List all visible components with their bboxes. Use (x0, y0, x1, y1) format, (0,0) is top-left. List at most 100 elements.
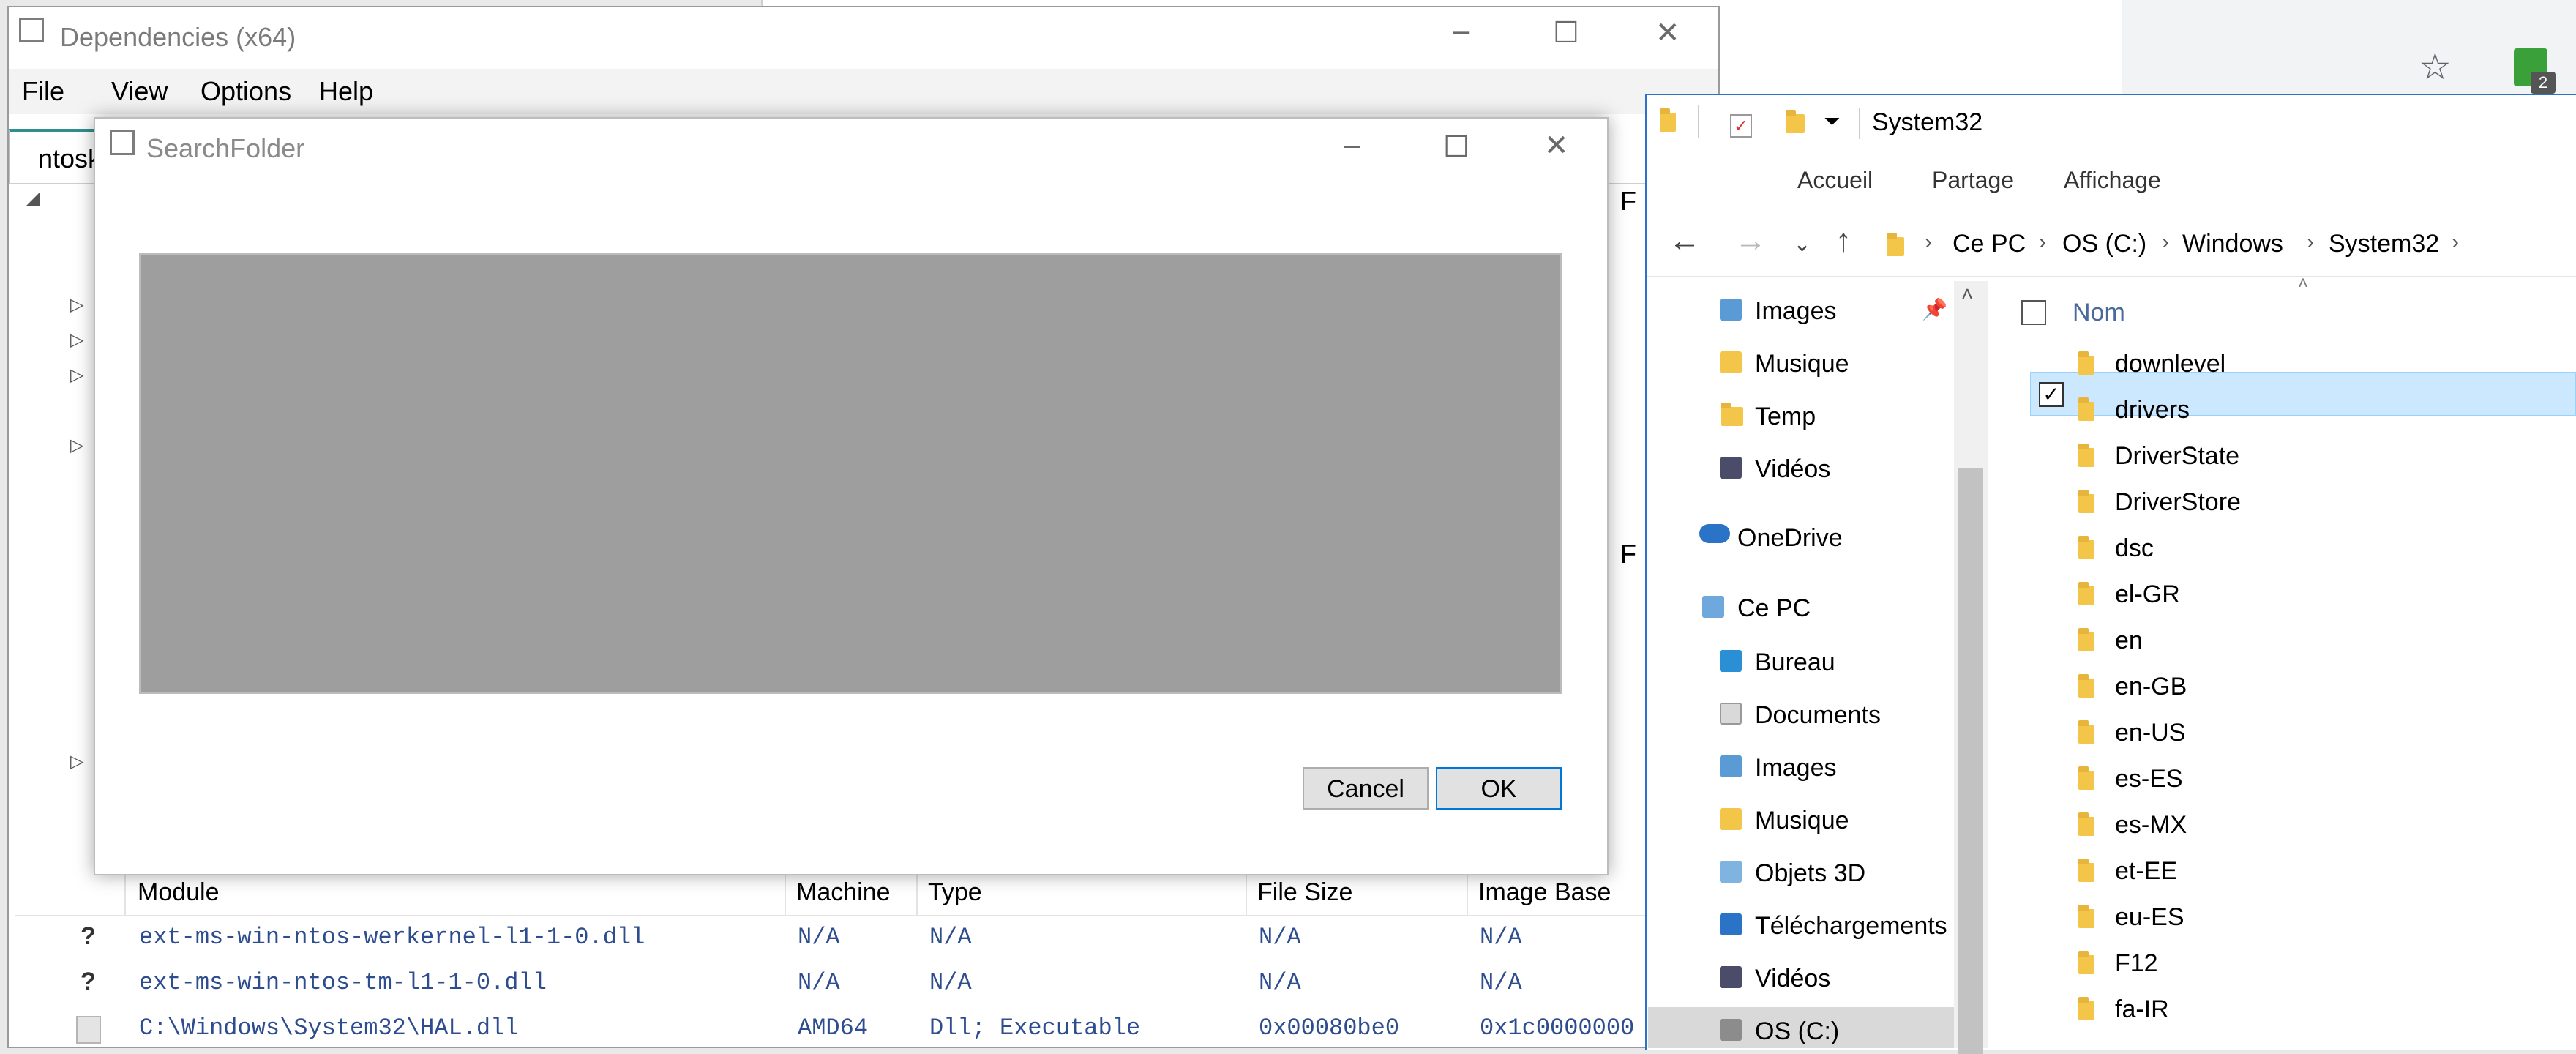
column-separator[interactable] (916, 870, 918, 915)
list-item[interactable]: es-ES (2115, 765, 2183, 793)
forward-arrow-icon[interactable]: → (1734, 223, 1767, 259)
list-item[interactable]: et-EE (2115, 857, 2177, 886)
expand-icon[interactable]: ▷ (70, 751, 83, 772)
maximize-icon[interactable]: ☐ (1443, 130, 1469, 164)
table-row[interactable]: C:\Windows\System32\HAL.dll AMD64 Dll; E… (15, 1007, 1647, 1053)
nav-images[interactable]: Images (1755, 297, 1837, 326)
nav-onedrive[interactable]: OneDrive (1737, 524, 1843, 553)
new-folder-icon[interactable] (1786, 110, 1805, 133)
list-item[interactable]: dsc (2115, 534, 2154, 563)
list-item[interactable]: DriverState (2115, 442, 2239, 471)
recent-dropdown-icon[interactable]: ⌄ (1793, 231, 1811, 257)
col-file-size[interactable]: File Size (1257, 878, 1352, 907)
nav-os-c[interactable]: OS (C:) (1755, 1017, 1839, 1046)
ribbon-tab-accueil[interactable]: Accueil (1797, 167, 1873, 194)
nav-objets-3d[interactable]: Objets 3D (1755, 859, 1865, 888)
expand-icon[interactable]: ▷ (70, 435, 83, 456)
list-item[interactable]: drivers (2115, 396, 2190, 425)
ribbon-tab-affichage[interactable]: Affichage (2064, 167, 2161, 194)
nav-temp[interactable]: Temp (1755, 403, 1816, 431)
breadcrumb-os-c[interactable]: OS (C:) (2062, 230, 2146, 258)
column-separator[interactable] (785, 870, 786, 915)
breadcrumb-system32[interactable]: System32 (2329, 230, 2439, 258)
expand-icon[interactable]: ▷ (70, 365, 83, 386)
list-item[interactable]: fa-IR (2115, 995, 2169, 1024)
nav-bureau[interactable]: Bureau (1755, 649, 1835, 677)
close-icon[interactable]: ✕ (1544, 129, 1569, 162)
nav-ce-pc[interactable]: Ce PC (1737, 594, 1811, 623)
column-header-nom[interactable]: Nom (2073, 299, 2125, 327)
nav-videos[interactable]: Vidéos (1755, 455, 1830, 484)
videos-icon (1720, 966, 1742, 988)
cancel-button[interactable]: Cancel (1303, 767, 1429, 810)
maximize-icon[interactable]: ☐ (1553, 16, 1579, 50)
folder-icon (2078, 674, 2094, 698)
back-arrow-icon[interactable]: ← (1669, 223, 1701, 259)
list-item[interactable]: en-US (2115, 719, 2185, 747)
dependencies-title: Dependencies (x64) (60, 22, 296, 52)
breadcrumb-chevron-icon[interactable]: › (2452, 230, 2459, 255)
pin-icon[interactable]: 📌 (1922, 297, 1947, 321)
col-image-base[interactable]: Image Base (1478, 878, 1611, 907)
list-item[interactable]: en-GB (2115, 673, 2187, 701)
up-arrow-icon[interactable]: ↑ (1835, 223, 1852, 259)
properties-icon[interactable]: ✓ (1730, 114, 1752, 138)
nav-images-2[interactable]: Images (1755, 754, 1837, 782)
breadcrumb-windows[interactable]: Windows (2182, 230, 2283, 258)
col-machine[interactable]: Machine (796, 878, 891, 907)
ok-button[interactable]: OK (1436, 767, 1562, 810)
breadcrumb-chevron-icon[interactable]: › (2307, 230, 2314, 255)
app-icon (19, 18, 44, 42)
close-icon[interactable]: ✕ (1655, 16, 1680, 50)
machine-cell: AMD64 (798, 1014, 869, 1042)
table-row[interactable]: ? ext-ms-win-ntos-werkernel-l1-1-0.dll N… (15, 916, 1647, 962)
folder-icon (2078, 490, 2094, 513)
breadcrumb-ce-pc[interactable]: Ce PC (1952, 230, 2026, 258)
image-base-cell: N/A (1480, 969, 1522, 996)
select-all-checkbox[interactable] (2021, 300, 2046, 325)
table-row[interactable]: ? ext-ms-win-ntos-tm-l1-1-0.dll N/A N/A … (15, 962, 1647, 1007)
column-separator[interactable] (1246, 870, 1247, 915)
nav-musique-2[interactable]: Musique (1755, 807, 1849, 835)
nav-scrollbar-thumb[interactable] (1958, 468, 1983, 1054)
list-item[interactable]: F12 (2115, 949, 2158, 978)
menu-view[interactable]: View (111, 76, 168, 107)
col-type[interactable]: Type (928, 878, 982, 907)
minimize-icon[interactable]: – (1453, 15, 1469, 48)
list-item[interactable]: en (2115, 627, 2143, 655)
list-item[interactable]: es-MX (2115, 811, 2187, 840)
list-item[interactable]: el-GR (2115, 580, 2180, 609)
list-item[interactable]: eu-ES (2115, 903, 2184, 932)
menu-file[interactable]: File (22, 76, 64, 107)
column-separator[interactable] (1467, 870, 1468, 915)
qat-dropdown-icon[interactable]: ⏷ (1824, 110, 1840, 134)
image-base-cell: 0x1c0000000 (1480, 1014, 1635, 1042)
expand-icon[interactable]: ▷ (70, 294, 83, 315)
nav-telechargements[interactable]: Téléchargements (1755, 912, 1947, 941)
column-separator[interactable] (124, 870, 126, 915)
collapse-icon[interactable]: ◢ (26, 187, 40, 209)
row-checkbox-checked[interactable]: ✓ (2039, 382, 2064, 407)
tab-label: ntosk (38, 143, 102, 173)
nav-musique[interactable]: Musique (1755, 350, 1849, 378)
expand-icon[interactable]: ▷ (70, 329, 83, 351)
ribbon-tab-partage[interactable]: Partage (1932, 167, 2014, 194)
nav-videos-2[interactable]: Vidéos (1755, 965, 1830, 993)
divider (1859, 108, 1860, 139)
breadcrumb-chevron-icon[interactable]: › (2039, 230, 2046, 255)
folder-list-area[interactable] (139, 253, 1562, 694)
type-cell: N/A (929, 924, 972, 951)
list-item[interactable]: DriverStore (2115, 488, 2241, 517)
breadcrumb-chevron-icon[interactable]: › (2162, 230, 2169, 255)
scroll-up-icon[interactable]: ˄ (1961, 283, 1973, 306)
bookmark-star-icon[interactable]: ☆ (2419, 45, 2452, 88)
breadcrumb-chevron-icon[interactable]: › (1925, 230, 1932, 255)
menu-help[interactable]: Help (319, 76, 373, 107)
extension-badge: 2 (2531, 72, 2556, 94)
col-module[interactable]: Module (138, 878, 220, 907)
list-item[interactable]: downlevel (2115, 350, 2225, 378)
objects-3d-icon (1720, 861, 1742, 883)
minimize-icon[interactable]: – (1344, 129, 1360, 162)
menu-options[interactable]: Options (201, 76, 291, 107)
nav-documents[interactable]: Documents (1755, 701, 1881, 730)
